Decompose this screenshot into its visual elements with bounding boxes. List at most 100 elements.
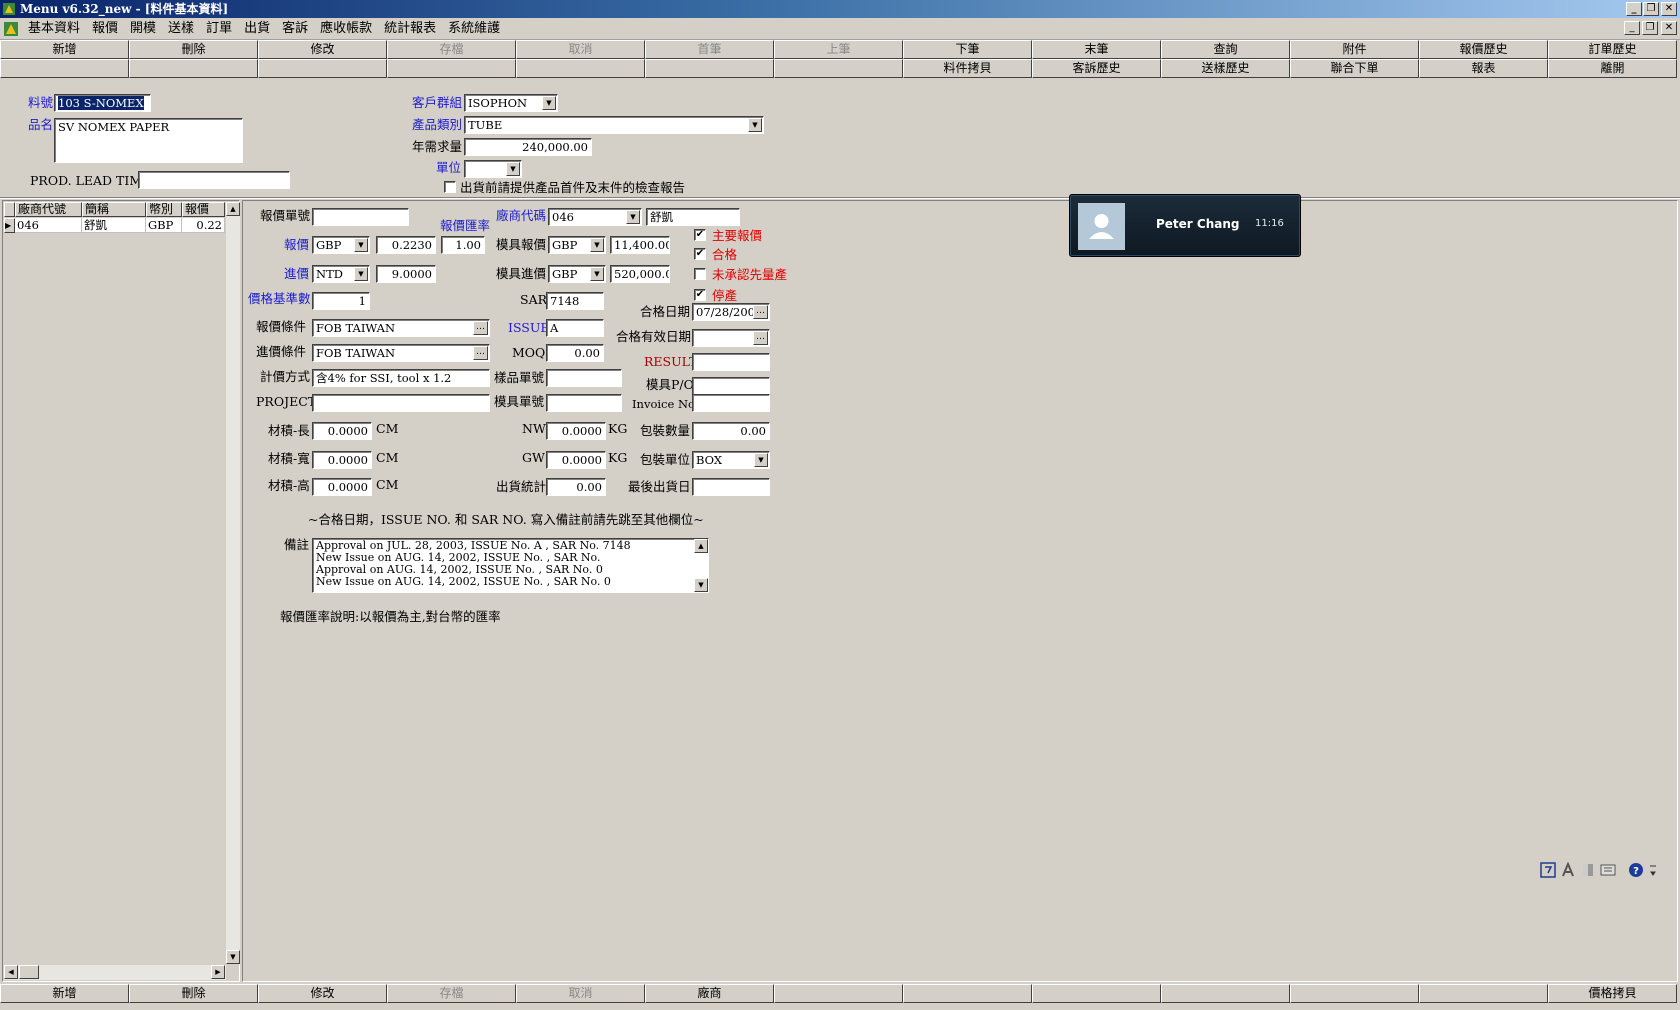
tb-top-button[interactable]: 訂單歷史: [1548, 40, 1677, 59]
scroll-thumb[interactable]: [19, 965, 39, 979]
app-menu-icon[interactable]: [2, 20, 20, 38]
chevron-down-icon[interactable]: ▼: [542, 96, 556, 110]
vertical-scrollbar[interactable]: ▲ ▼: [226, 202, 240, 964]
chevron-down-icon[interactable]: ▼: [754, 453, 768, 467]
product-category-combo[interactable]: TUBE ▼: [464, 116, 764, 134]
quote-terms-field[interactable]: FOB TAIWAN…: [312, 319, 490, 337]
tb-second-button[interactable]: 報表: [1419, 59, 1548, 78]
base-qty-field[interactable]: 1: [312, 292, 370, 310]
mold-cost-currency-combo[interactable]: GBP ▼: [548, 265, 606, 283]
mdi-close-button[interactable]: ✕: [1661, 21, 1677, 35]
font-icon[interactable]: [1560, 862, 1576, 878]
tb-second-button[interactable]: [258, 59, 387, 78]
tb-bottom-button[interactable]: 取消: [516, 984, 645, 1003]
issue-field[interactable]: A: [546, 319, 604, 337]
menu-item[interactable]: 基本資料: [22, 21, 86, 37]
tb-second-button[interactable]: [774, 59, 903, 78]
menu-item[interactable]: 應收帳款: [314, 21, 378, 37]
invoice-field[interactable]: [692, 394, 770, 412]
inspection-checkbox[interactable]: [444, 181, 456, 193]
price-currency-combo[interactable]: GBP ▼: [312, 236, 370, 254]
tb-second-button[interactable]: 聯合下單: [1290, 59, 1419, 78]
menu-item[interactable]: 報價: [86, 21, 124, 37]
tb-bottom-button[interactable]: 修改: [258, 984, 387, 1003]
cost-currency-combo[interactable]: NTD ▼: [312, 265, 370, 283]
block-icon[interactable]: [1580, 862, 1596, 878]
mold-cost-field[interactable]: 520,000.00: [610, 265, 670, 283]
result-field[interactable]: [692, 353, 770, 371]
ime-icon[interactable]: [1540, 862, 1556, 878]
chevron-down-icon[interactable]: ▼: [626, 210, 640, 224]
tb-top-button[interactable]: 存檔: [387, 40, 516, 59]
tb-second-button[interactable]: [129, 59, 258, 78]
pricing-field[interactable]: 含4% for SSI, tool x 1.2: [312, 369, 490, 387]
scroll-left-icon[interactable]: ◀: [4, 965, 18, 979]
grid-header-currency[interactable]: 幣別: [146, 202, 182, 217]
tb-bottom-button[interactable]: [903, 984, 1032, 1003]
qual-valid-field[interactable]: …: [692, 329, 770, 347]
tb-bottom-button[interactable]: 存檔: [387, 984, 516, 1003]
price-field[interactable]: 0.2230: [376, 236, 436, 254]
tb-top-button[interactable]: 新增: [0, 40, 129, 59]
mold-no-field[interactable]: [546, 394, 622, 412]
annual-demand-field[interactable]: 240,000.00: [464, 138, 592, 156]
tb-top-button[interactable]: 取消: [516, 40, 645, 59]
ellipsis-icon[interactable]: …: [753, 331, 768, 345]
gw-field[interactable]: 0.0000: [546, 451, 606, 469]
mold-po-field[interactable]: [692, 377, 770, 395]
height-field[interactable]: 0.0000: [312, 478, 372, 496]
menu-item[interactable]: 送樣: [162, 21, 200, 37]
vendor-code-combo[interactable]: 046 ▼: [548, 208, 642, 226]
tb-bottom-button[interactable]: 價格拷貝: [1548, 984, 1677, 1003]
scroll-down-icon[interactable]: ▼: [226, 950, 240, 964]
qualified-checkbox[interactable]: ✔: [694, 248, 706, 260]
chevron-down-icon[interactable]: ▼: [748, 118, 762, 132]
tb-top-button[interactable]: 上筆: [774, 40, 903, 59]
chevron-down-icon[interactable]: ▼: [590, 238, 604, 252]
scroll-right-icon[interactable]: ▶: [211, 965, 225, 979]
vendor-grid[interactable]: 廠商代號 簡稱 幣別 報價 ▶ 046 舒凱 GBP 0.22 ▲ ▼ ◀ ▶: [2, 200, 240, 982]
tb-second-button[interactable]: [0, 59, 129, 78]
scroll-up-icon[interactable]: ▲: [226, 202, 240, 216]
nw-field[interactable]: 0.0000: [546, 422, 606, 440]
tb-bottom-button[interactable]: [1161, 984, 1290, 1003]
minimize-button[interactable]: _: [1626, 2, 1642, 16]
last-ship-field[interactable]: [692, 478, 770, 496]
mold-quote-currency-combo[interactable]: GBP ▼: [548, 236, 606, 254]
name-field[interactable]: SV NOMEX PAPER: [54, 118, 243, 163]
mdi-restore-button[interactable]: ❐: [1642, 21, 1658, 35]
part-no-field[interactable]: 103 S-NOMEX: [54, 94, 151, 112]
tb-top-button[interactable]: 查詢: [1161, 40, 1290, 59]
customer-group-combo[interactable]: ISOPHON ▼: [464, 94, 558, 112]
pack-unit-combo[interactable]: BOX ▼: [692, 451, 770, 469]
tb-top-button[interactable]: 末筆: [1032, 40, 1161, 59]
vendor-name-field[interactable]: 舒凱: [646, 208, 740, 226]
grid-cell[interactable]: GBP: [146, 218, 182, 233]
help-icon[interactable]: ?: [1628, 862, 1644, 878]
menu-item[interactable]: 客訴: [276, 21, 314, 37]
grid-header-quote[interactable]: 報價: [182, 202, 225, 217]
options-icon[interactable]: [1648, 862, 1658, 878]
menu-item[interactable]: 系統維護: [442, 21, 506, 37]
main-quote-checkbox[interactable]: ✔: [694, 229, 706, 241]
ellipsis-icon[interactable]: …: [753, 305, 768, 319]
length-field[interactable]: 0.0000: [312, 422, 372, 440]
qual-date-field[interactable]: 07/28/2003…: [692, 303, 770, 321]
menu-item[interactable]: 訂單: [200, 21, 238, 37]
chat-notification[interactable]: Peter Chang 11:16: [1069, 194, 1301, 257]
ellipsis-icon[interactable]: …: [473, 321, 488, 335]
chevron-down-icon[interactable]: ▼: [506, 162, 520, 176]
scroll-down-icon[interactable]: ▼: [694, 578, 708, 592]
close-button[interactable]: ✕: [1661, 2, 1677, 16]
width-field[interactable]: 0.0000: [312, 451, 372, 469]
tb-top-button[interactable]: 修改: [258, 40, 387, 59]
pack-qty-field[interactable]: 0.00: [692, 422, 770, 440]
grid-header-short-name[interactable]: 簡稱: [82, 202, 146, 217]
grid-cell[interactable]: 舒凱: [82, 218, 146, 233]
remarks-textarea[interactable]: Approval on JUL. 28, 2003, ISSUE No. A ,…: [312, 538, 709, 593]
cost-terms-field[interactable]: FOB TAIWAN…: [312, 344, 490, 362]
tb-bottom-button[interactable]: 刪除: [129, 984, 258, 1003]
discontinued-checkbox[interactable]: ✔: [694, 289, 706, 301]
tb-second-button[interactable]: 客訴歷史: [1032, 59, 1161, 78]
unit-combo[interactable]: ▼: [464, 160, 522, 178]
